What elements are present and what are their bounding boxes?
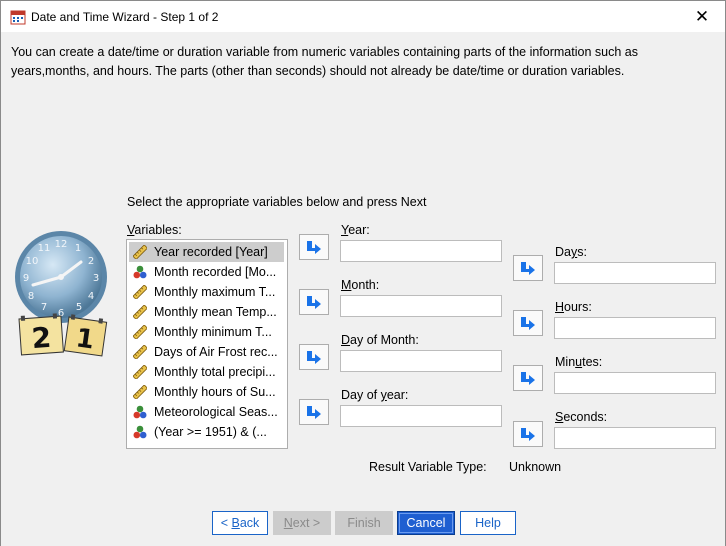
help-button[interactable]: Help [460, 511, 516, 535]
variable-label: Year recorded [Year] [154, 245, 268, 259]
year-field[interactable] [340, 240, 502, 262]
next-button[interactable]: Next > [273, 511, 331, 535]
variable-list-item[interactable]: Month recorded [Mo... [129, 262, 284, 282]
variable-label: Monthly hours of Su... [154, 385, 276, 399]
nominal-balls-icon [133, 265, 147, 279]
move-to-minutes-button[interactable] [513, 365, 543, 391]
variable-list-item[interactable]: (Year >= 1951) & (... [129, 422, 284, 442]
move-to-hours-button[interactable] [513, 310, 543, 336]
scale-ruler-icon [132, 244, 148, 260]
move-to-month-button[interactable] [299, 289, 329, 315]
variable-label: (Year >= 1951) & (... [154, 425, 267, 439]
day-of-month-field[interactable] [340, 350, 502, 372]
scale-ruler-icon [132, 364, 148, 380]
variable-list-item[interactable]: Monthly hours of Su... [129, 382, 284, 402]
arrow-right-icon [521, 428, 535, 441]
variables-list: Year recorded [Year] Month recorded [Mo..… [127, 240, 287, 442]
scale-ruler-icon [132, 344, 148, 360]
variable-list-item[interactable]: Monthly minimum T... [129, 322, 284, 342]
arrow-right-icon [307, 296, 321, 309]
svg-text:2: 2 [88, 256, 94, 267]
arrow-right-icon [307, 241, 321, 254]
close-icon: ✕ [694, 6, 710, 26]
arrow-right-icon [521, 262, 535, 275]
hours-field[interactable] [554, 317, 716, 339]
variables-label: Variables: [127, 223, 182, 237]
svg-text:2: 2 [31, 321, 53, 355]
date-time-wizard-icon [10, 10, 26, 25]
days-field[interactable] [554, 262, 716, 284]
svg-text:1: 1 [75, 243, 81, 254]
variable-list-item[interactable]: Year recorded [Year] [129, 242, 284, 262]
title-bar: Date and Time Wizard - Step 1 of 2 ✕ [1, 1, 725, 32]
move-to-day-of-month-button[interactable] [299, 344, 329, 370]
variable-label: Monthly minimum T... [154, 325, 272, 339]
result-type-label: Result Variable Type: [369, 460, 487, 474]
variable-label: Meteorological Seas... [154, 405, 278, 419]
move-to-days-button[interactable] [513, 255, 543, 281]
month-field[interactable] [340, 295, 502, 317]
month-label: Month: [341, 278, 380, 292]
instruction-text: Select the appropriate variables below a… [127, 195, 427, 209]
cancel-button[interactable]: Cancel [397, 511, 455, 535]
svg-text:7: 7 [41, 302, 47, 313]
scale-ruler-icon [132, 384, 148, 400]
day-of-year-field[interactable] [340, 405, 502, 427]
intro-text: You can create a date/time or duration v… [11, 45, 638, 78]
variable-label: Monthly mean Temp... [154, 305, 277, 319]
move-to-year-button[interactable] [299, 234, 329, 260]
move-to-seconds-button[interactable] [513, 421, 543, 447]
arrow-right-icon [521, 372, 535, 385]
variables-listbox[interactable]: Year recorded [Year] Month recorded [Mo..… [126, 239, 288, 449]
hours-label: Hours: [555, 300, 592, 314]
window-title: Date and Time Wizard - Step 1 of 2 [31, 10, 219, 24]
variable-list-item[interactable]: Days of Air Frost rec... [129, 342, 284, 362]
wizard-window: Date and Time Wizard - Step 1 of 2 ✕ You… [0, 0, 726, 546]
variable-list-item[interactable]: Monthly total precipi... [129, 362, 284, 382]
nominal-balls-icon [133, 425, 147, 439]
arrow-right-icon [521, 317, 535, 330]
svg-text:4: 4 [88, 291, 94, 302]
variable-list-item[interactable]: Monthly mean Temp... [129, 302, 284, 322]
variable-list-item[interactable]: Meteorological Seas... [129, 402, 284, 422]
seconds-label: Seconds: [555, 410, 608, 424]
arrow-right-icon [307, 406, 321, 419]
svg-text:11: 11 [38, 243, 51, 254]
minutes-label: Minutes: [555, 355, 603, 369]
svg-text:3: 3 [93, 273, 99, 284]
back-button[interactable]: < Back [212, 511, 268, 535]
year-label: Year: [341, 223, 370, 237]
seconds-field[interactable] [554, 427, 716, 449]
variable-list-item[interactable]: Monthly maximum T... [129, 282, 284, 302]
variable-label: Monthly maximum T... [154, 285, 276, 299]
variable-label: Month recorded [Mo... [154, 265, 277, 279]
finish-button[interactable]: Finish [335, 511, 393, 535]
svg-text:10: 10 [26, 256, 39, 267]
svg-text:8: 8 [28, 291, 34, 302]
day-of-year-label: Day of year: [341, 388, 409, 402]
svg-text:5: 5 [76, 302, 82, 313]
variable-label: Monthly total precipi... [154, 365, 276, 379]
arrow-right-icon [307, 351, 321, 364]
svg-text:9: 9 [23, 273, 29, 284]
scale-ruler-icon [132, 304, 148, 320]
days-label: Days: [555, 245, 587, 259]
move-to-day-of-year-button[interactable] [299, 399, 329, 425]
variable-label: Days of Air Frost rec... [154, 345, 278, 359]
scale-ruler-icon [132, 284, 148, 300]
day-of-month-label: Day of Month: [341, 333, 419, 347]
scale-ruler-icon [132, 324, 148, 340]
result-type-value: Unknown [509, 460, 562, 474]
clock-calendar-illustration: 12 1 2 3 4 5 6 7 8 9 10 11 2 1 [15, 231, 108, 357]
svg-text:12: 12 [55, 239, 68, 250]
nominal-balls-icon [133, 405, 147, 419]
minutes-field[interactable] [554, 372, 716, 394]
close-button[interactable]: ✕ [679, 1, 725, 32]
